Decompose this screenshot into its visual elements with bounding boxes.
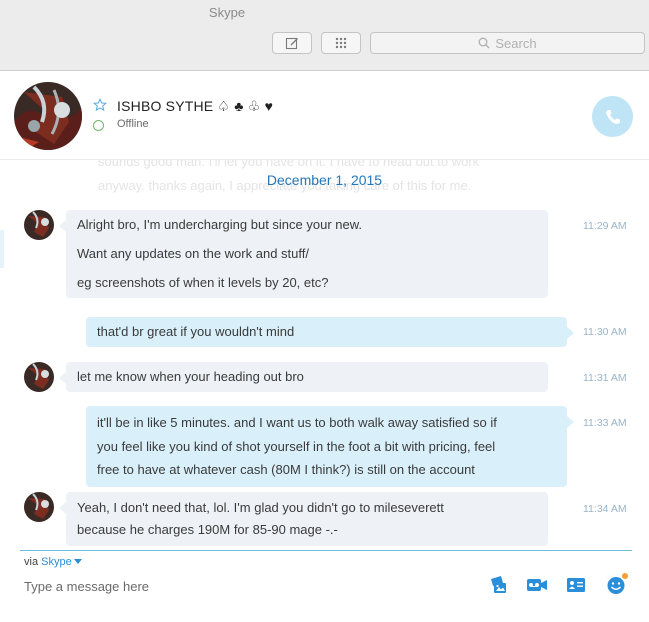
offline-status-icon — [93, 120, 104, 131]
send-contacts-button[interactable] — [564, 574, 588, 596]
contact-name: ISHBO SYTHE ♤ ♣ ♧ ♥ — [117, 98, 274, 114]
video-message-button[interactable] — [525, 574, 549, 596]
search-box[interactable]: Search — [370, 32, 645, 54]
message-text: Alright bro, I'm undercharging but since… — [77, 217, 363, 232]
search-placeholder: Search — [495, 35, 537, 51]
dialpad-icon — [335, 37, 347, 49]
message-bubble: let me know when your heading out bro — [59, 362, 548, 392]
message-text: let me know when your heading out bro — [77, 369, 304, 384]
message-bubble: Yeah, I don't need that, lol. I'm glad y… — [59, 492, 548, 546]
emoticons-button[interactable] — [604, 573, 628, 596]
window-title: Skype — [208, 5, 246, 20]
left-accent-bar — [0, 230, 4, 268]
message-bubble: that'd br great if you wouldn't mind — [86, 317, 574, 347]
via-selector[interactable]: via Skype — [24, 556, 82, 568]
message-list[interactable]: sounds good man. I'll let you have on it… — [0, 160, 649, 550]
message-timestamp: 11:34 AM — [583, 503, 627, 515]
compose-divider — [20, 550, 632, 551]
dialpad-button[interactable] — [321, 32, 361, 54]
favorite-star-icon[interactable] — [93, 98, 107, 112]
message-timestamp: 11:31 AM — [583, 372, 627, 384]
message-input[interactable] — [24, 577, 464, 595]
message-timestamp: 11:29 AM — [583, 220, 627, 232]
edit-icon — [285, 37, 298, 50]
chevron-down-icon — [73, 559, 82, 564]
title-bar: Skype Search — [0, 0, 649, 71]
sender-avatar[interactable] — [24, 492, 54, 522]
message-text: Yeah, I don't need that, lol. I'm glad y… — [77, 500, 444, 515]
message-text: free to have at whatever cash (80M I thi… — [97, 462, 475, 477]
send-file-icon — [491, 576, 506, 593]
send-file-button[interactable] — [486, 574, 510, 596]
compose-new-button[interactable] — [272, 32, 312, 54]
call-button[interactable] — [592, 96, 633, 137]
phone-icon — [605, 109, 620, 124]
message-text: Want any updates on the work and stuff/ — [77, 246, 309, 261]
notification-dot — [622, 573, 628, 579]
message-timestamp: 11:30 AM — [583, 326, 627, 338]
date-separator: December 1, 2015 — [266, 172, 383, 188]
message-text: it'll be in like 5 minutes. and I want u… — [97, 415, 497, 430]
conversation-header: ISHBO SYTHE ♤ ♣ ♧ ♥ Offline — [0, 72, 649, 160]
search-icon — [478, 37, 490, 49]
contact-card-icon — [567, 578, 585, 592]
sender-avatar[interactable] — [24, 210, 54, 240]
message-text: because he charges 190M for 85-90 mage -… — [77, 522, 338, 537]
message-bubble: it'll be in like 5 minutes. and I want u… — [86, 406, 574, 487]
message-timestamp: 11:33 AM — [583, 417, 627, 429]
message-text: you feel like you kind of shot yourself … — [97, 438, 496, 454]
message-text: eg screenshots of when it levels by 20, … — [77, 275, 329, 290]
via-service-link[interactable]: Skype — [41, 556, 72, 568]
contact-status: Offline — [117, 118, 149, 130]
video-message-icon — [527, 579, 547, 591]
sender-avatar[interactable] — [24, 362, 54, 392]
message-text: that'd br great if you wouldn't mind — [97, 324, 295, 339]
message-bubble: Alright bro, I'm undercharging but since… — [59, 210, 548, 298]
contact-avatar[interactable] — [14, 82, 82, 150]
via-label: via — [24, 556, 39, 568]
